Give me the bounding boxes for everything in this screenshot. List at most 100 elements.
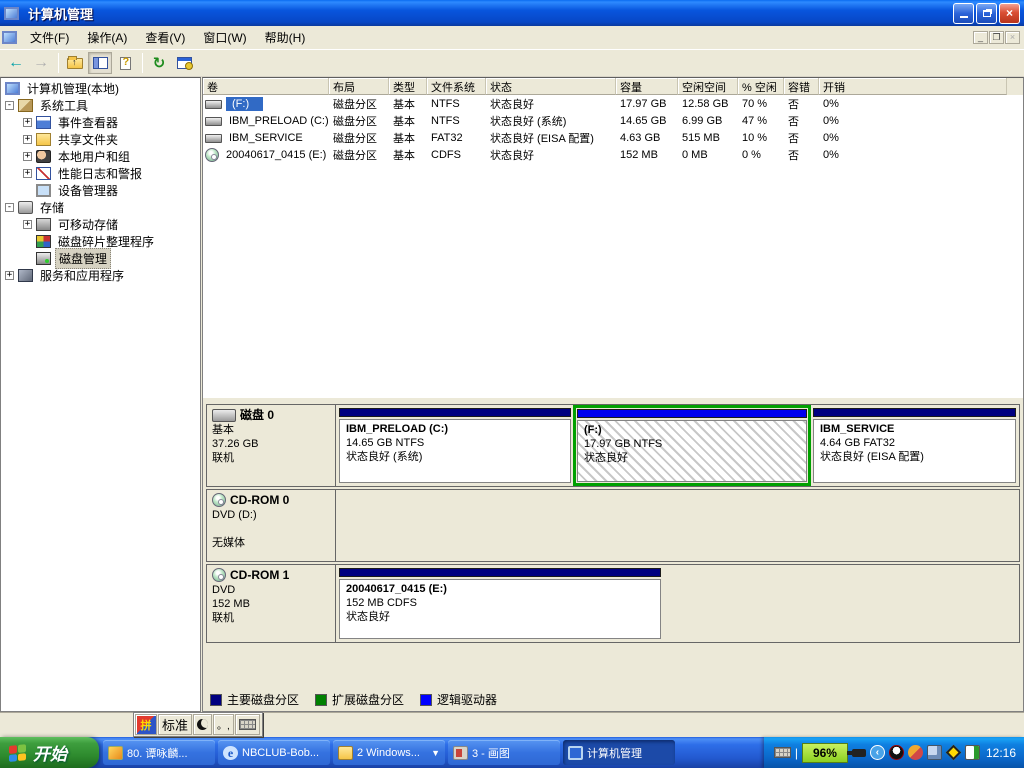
tree-expander[interactable]: + [23,169,32,178]
task-group-dropdown-icon: ▼ [431,748,440,758]
volume-row[interactable]: IBM_PRELOAD (C:)磁盘分区基本NTFS状态良好 (系统)14.65… [203,112,1023,129]
volume-name: 20040617_0415 (E:) [223,148,329,162]
cell-capacity: 152 MB [616,149,678,161]
tree-item[interactable]: +事件查看器 [1,114,200,131]
tray-collapse-chevron[interactable]: ‹ [870,745,885,760]
column-header[interactable]: 文件系统 [427,78,486,95]
partition[interactable]: IBM_PRELOAD (C:)14.65 GB NTFS状态良好 (系统) [339,408,571,483]
cell-layout: 磁盘分区 [329,113,389,129]
close-button[interactable]: × [999,3,1020,24]
ime-mode-button[interactable]: 标准 [158,714,192,735]
legend-label: 逻辑驱动器 [437,691,497,708]
mdi-restore-button[interactable]: ❐ [989,31,1004,44]
minimize-button[interactable] [953,3,974,24]
disk-title: CD-ROM 0 [212,493,330,507]
taskbar-task[interactable]: 3 - 画图 [448,740,560,765]
cell-type: 基本 [389,113,427,129]
column-header[interactable]: 容错 [784,78,819,95]
tree-item[interactable]: +性能日志和警报 [1,165,200,182]
tree-expander[interactable]: + [23,220,32,229]
cell-percent-free: 47 % [738,115,784,127]
disk-header[interactable]: CD-ROM 1DVD152 MB联机 [207,565,336,642]
tree-expander[interactable]: - [5,101,14,110]
tree-item[interactable]: -系统工具 [1,97,200,114]
column-header[interactable]: 布局 [329,78,389,95]
partition-title: 20040617_0415 (E:) [346,582,654,596]
legend-color-swatch [420,694,432,706]
menu-action[interactable]: 操作(A) [78,28,136,48]
column-header[interactable]: 开销 [819,78,1007,95]
network-tray-icon[interactable] [927,745,942,760]
tree-item[interactable]: +本地用户和组 [1,148,200,165]
console-window-button[interactable] [172,52,196,74]
disk-row: CD-ROM 1DVD152 MB联机20040617_0415 (E:)152… [206,564,1020,643]
hdd-icon [212,409,236,422]
forward-button[interactable]: → [29,52,53,74]
ime-punctuation-button[interactable]: 。, [213,714,234,735]
partition[interactable]: 20040617_0415 (E:)152 MB CDFS状态良好 [339,568,661,639]
power-plug-icon[interactable] [852,749,866,757]
menu-file[interactable]: 文件(F) [21,28,78,48]
volume-row[interactable]: IBM_SERVICE磁盘分区基本FAT32状态良好 (EISA 配置)4.63… [203,129,1023,146]
services-icon [18,269,33,282]
ime-fullwidth-button[interactable] [193,714,212,735]
up-folder-button[interactable]: ↑ [63,52,87,74]
restore-button[interactable] [976,3,997,24]
tree-root-item[interactable]: 计算机管理(本地) [1,80,200,97]
qq-tray-icon[interactable] [889,745,904,760]
tree-item[interactable]: +服务和应用程序 [1,267,200,284]
disk-header[interactable]: 磁盘 0基本37.26 GB联机 [207,405,336,486]
tree-expander[interactable]: + [23,135,32,144]
ime-keyboard-button[interactable] [235,714,260,735]
column-header[interactable]: 卷 [203,78,329,95]
taskbar-task[interactable]: 计算机管理 [563,740,675,765]
task-label: 计算机管理 [587,745,670,761]
tree-item[interactable]: -存储 [1,199,200,216]
mdi-close-button[interactable]: × [1005,31,1020,44]
refresh-button[interactable]: ↻ [147,52,171,74]
cell-status: 状态良好 [486,96,616,112]
show-hide-panes-button[interactable] [88,52,112,74]
volume-row[interactable]: (F:)磁盘分区基本NTFS状态良好17.97 GB12.58 GB70 %否0… [203,95,1023,112]
tree-expander[interactable]: + [5,271,14,280]
partition-status: 状态良好 [346,610,654,624]
menu-window[interactable]: 窗口(W) [194,28,255,48]
antivirus-tray-icon[interactable] [946,745,962,761]
ime-logo-icon[interactable]: 拼 [135,714,157,735]
tree-item[interactable]: 磁盘管理 [1,250,200,267]
tree-item[interactable]: 设备管理器 [1,182,200,199]
partition-legend: 主要磁盘分区扩展磁盘分区逻辑驱动器 [210,691,497,708]
mdi-minimize-button[interactable]: _ [973,31,988,44]
column-header[interactable]: % 空闲 [738,78,784,95]
tree-item[interactable]: +可移动存储 [1,216,200,233]
menu-help[interactable]: 帮助(H) [256,28,315,48]
column-header[interactable]: 容量 [616,78,678,95]
users-icon [36,150,51,163]
remote-tray-icon[interactable] [965,745,980,760]
column-header[interactable]: 状态 [486,78,616,95]
partition[interactable]: IBM_SERVICE4.64 GB FAT32状态良好 (EISA 配置) [813,408,1016,483]
partition[interactable]: (F:)17.97 GB NTFS状态良好 [573,405,811,486]
cell-fault-tolerance: 否 [784,130,819,146]
start-button[interactable]: 开始 [0,737,99,768]
taskbar-task[interactable]: 80. 谭咏麟... [103,740,215,765]
tree-expander[interactable]: + [23,118,32,127]
taskbar-task[interactable]: 2 Windows...▼ [333,740,445,765]
disk-info-line: DVD [212,583,330,597]
messenger-tray-icon[interactable] [908,745,923,760]
column-header[interactable]: 空闲空间 [678,78,738,95]
legend-color-swatch [315,694,327,706]
ime-tray-keyboard-icon[interactable] [774,747,791,758]
volume-row[interactable]: 20040617_0415 (E:)磁盘分区基本CDFS状态良好152 MB0 … [203,146,1023,163]
help-button[interactable]: ? [113,52,137,74]
tree-expander[interactable]: - [5,203,14,212]
battery-indicator[interactable]: 96% [802,743,848,763]
disk-header[interactable]: CD-ROM 0DVD (D:)无媒体 [207,490,336,561]
back-button[interactable]: ← [4,52,28,74]
column-header[interactable]: 类型 [389,78,427,95]
menu-view[interactable]: 查看(V) [136,28,194,48]
taskbar-task[interactable]: eNBCLUB-Bob... [218,740,330,765]
tray-clock[interactable]: 12:16 [986,746,1016,760]
tree-item[interactable]: +共享文件夹 [1,131,200,148]
tree-expander[interactable]: + [23,152,32,161]
